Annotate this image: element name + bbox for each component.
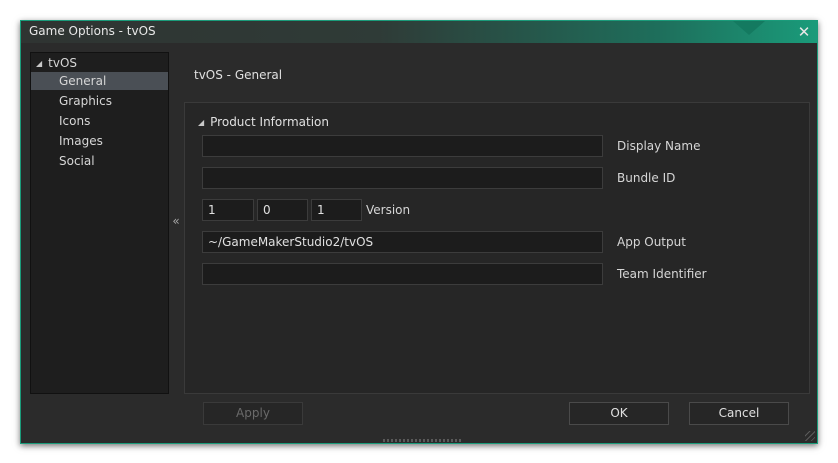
settings-panel: ◢ Product Information Display Name Bundle… xyxy=(184,102,810,394)
game-options-window: Game Options - tvOS ✕ ◢ tvOS General Grap… xyxy=(20,20,818,444)
tree-item-general[interactable]: General xyxy=(31,72,168,90)
collapse-sidebar-icon[interactable]: « xyxy=(170,214,182,232)
tree-item-icons[interactable]: Icons xyxy=(31,112,168,130)
group-product-information[interactable]: ◢ Product Information xyxy=(198,115,329,129)
version-major-input[interactable] xyxy=(202,199,254,221)
ok-button[interactable]: OK xyxy=(569,402,669,425)
tree-root-tvos[interactable]: ◢ tvOS xyxy=(36,56,77,70)
expand-triangle-icon[interactable]: ◢ xyxy=(36,59,42,68)
tree-item-images[interactable]: Images xyxy=(31,132,168,150)
app-output-input[interactable] xyxy=(202,231,603,253)
team-identifier-label: Team Identifier xyxy=(617,267,707,281)
version-minor-input[interactable] xyxy=(257,199,308,221)
title-bar[interactable]: Game Options - tvOS ✕ xyxy=(21,21,817,43)
group-title: Product Information xyxy=(210,115,329,129)
bundle-id-input[interactable] xyxy=(202,167,603,189)
cancel-button[interactable]: Cancel xyxy=(689,402,789,425)
team-identifier-input[interactable] xyxy=(202,263,603,285)
tree-item-graphics[interactable]: Graphics xyxy=(31,92,168,110)
title-notch-decoration xyxy=(733,21,765,35)
close-icon[interactable]: ✕ xyxy=(795,23,813,41)
collapse-triangle-icon[interactable]: ◢ xyxy=(198,118,204,127)
version-patch-input[interactable] xyxy=(311,199,362,221)
bottom-drag-grip[interactable] xyxy=(383,439,463,442)
version-label: Version xyxy=(366,203,411,217)
options-tree: ◢ tvOS General Graphics Icons Images Soci… xyxy=(30,52,169,394)
tree-item-social[interactable]: Social xyxy=(31,152,168,170)
display-name-label: Display Name xyxy=(617,139,701,153)
apply-button[interactable]: Apply xyxy=(203,402,303,425)
section-title: tvOS - General xyxy=(194,68,283,82)
display-name-input[interactable] xyxy=(202,135,603,157)
window-title: Game Options - tvOS xyxy=(29,24,156,38)
app-output-label: App Output xyxy=(617,235,686,249)
resize-grip-icon[interactable] xyxy=(805,431,815,441)
bundle-id-label: Bundle ID xyxy=(617,171,676,185)
tree-root-label: tvOS xyxy=(48,56,78,70)
